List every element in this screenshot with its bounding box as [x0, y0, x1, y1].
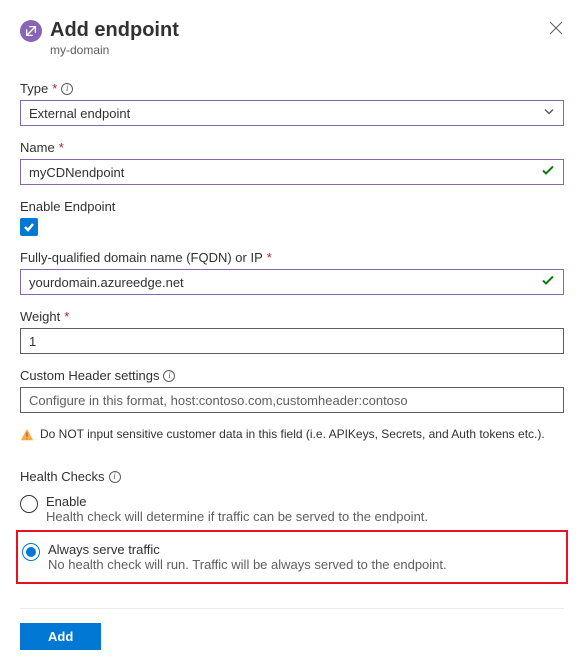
endpoint-icon [20, 20, 42, 42]
weight-value: 1 [29, 334, 36, 349]
type-value: External endpoint [29, 106, 130, 121]
type-select[interactable]: External endpoint [20, 100, 564, 126]
highlighted-selection: Always serve traffic No health check wil… [16, 530, 568, 584]
type-label: Type [20, 81, 48, 96]
panel-subtitle: my-domain [50, 43, 179, 57]
info-icon[interactable]: i [61, 83, 73, 95]
info-icon[interactable]: i [109, 471, 121, 483]
radio-label: Always serve traffic [48, 542, 447, 557]
required-marker: * [267, 250, 272, 265]
warning-icon [20, 428, 34, 445]
radio-checked-icon[interactable] [22, 543, 40, 561]
weight-field: Weight * 1 [20, 309, 564, 354]
required-marker: * [59, 140, 64, 155]
panel-title: Add endpoint [50, 18, 179, 42]
add-button[interactable]: Add [20, 623, 101, 650]
panel-header: Add endpoint my-domain [20, 18, 564, 57]
health-option-always[interactable]: Always serve traffic No health check wil… [22, 538, 562, 576]
custom-header-field: Custom Header settings i Configure in th… [20, 368, 564, 413]
fqdn-label: Fully-qualified domain name (FQDN) or IP [20, 250, 263, 265]
radio-unchecked-icon[interactable] [20, 495, 38, 513]
custom-header-placeholder: Configure in this format, host:contoso.c… [29, 393, 408, 408]
radio-desc: No health check will run. Traffic will b… [48, 557, 447, 572]
weight-input[interactable]: 1 [20, 328, 564, 354]
enable-checkbox[interactable] [20, 218, 38, 236]
valid-check-icon [541, 274, 555, 291]
valid-check-icon [541, 164, 555, 181]
close-button[interactable] [548, 20, 564, 36]
type-field: Type * i External endpoint [20, 81, 564, 126]
weight-label: Weight [20, 309, 60, 324]
health-option-enable[interactable]: Enable Health check will determine if tr… [20, 490, 564, 528]
required-marker: * [52, 81, 57, 96]
name-input[interactable]: myCDNendpoint [20, 159, 564, 185]
warning-message: Do NOT input sensitive customer data in … [20, 427, 564, 445]
info-icon[interactable]: i [163, 370, 175, 382]
radio-desc: Health check will determine if traffic c… [46, 509, 428, 524]
name-value: myCDNendpoint [29, 165, 124, 180]
radio-label: Enable [46, 494, 428, 509]
footer: Add [20, 608, 564, 650]
warning-text: Do NOT input sensitive customer data in … [40, 427, 545, 441]
fqdn-input[interactable]: yourdomain.azureedge.net [20, 269, 564, 295]
health-checks-field: Health Checks i Enable Health check will… [20, 469, 564, 584]
enable-label: Enable Endpoint [20, 199, 115, 214]
enable-field: Enable Endpoint [20, 199, 564, 236]
custom-header-input[interactable]: Configure in this format, host:contoso.c… [20, 387, 564, 413]
health-checks-label: Health Checks [20, 469, 105, 484]
name-field: Name * myCDNendpoint [20, 140, 564, 185]
custom-header-label: Custom Header settings [20, 368, 159, 383]
fqdn-field: Fully-qualified domain name (FQDN) or IP… [20, 250, 564, 295]
required-marker: * [64, 309, 69, 324]
name-label: Name [20, 140, 55, 155]
chevron-down-icon [543, 106, 555, 121]
fqdn-value: yourdomain.azureedge.net [29, 275, 184, 290]
